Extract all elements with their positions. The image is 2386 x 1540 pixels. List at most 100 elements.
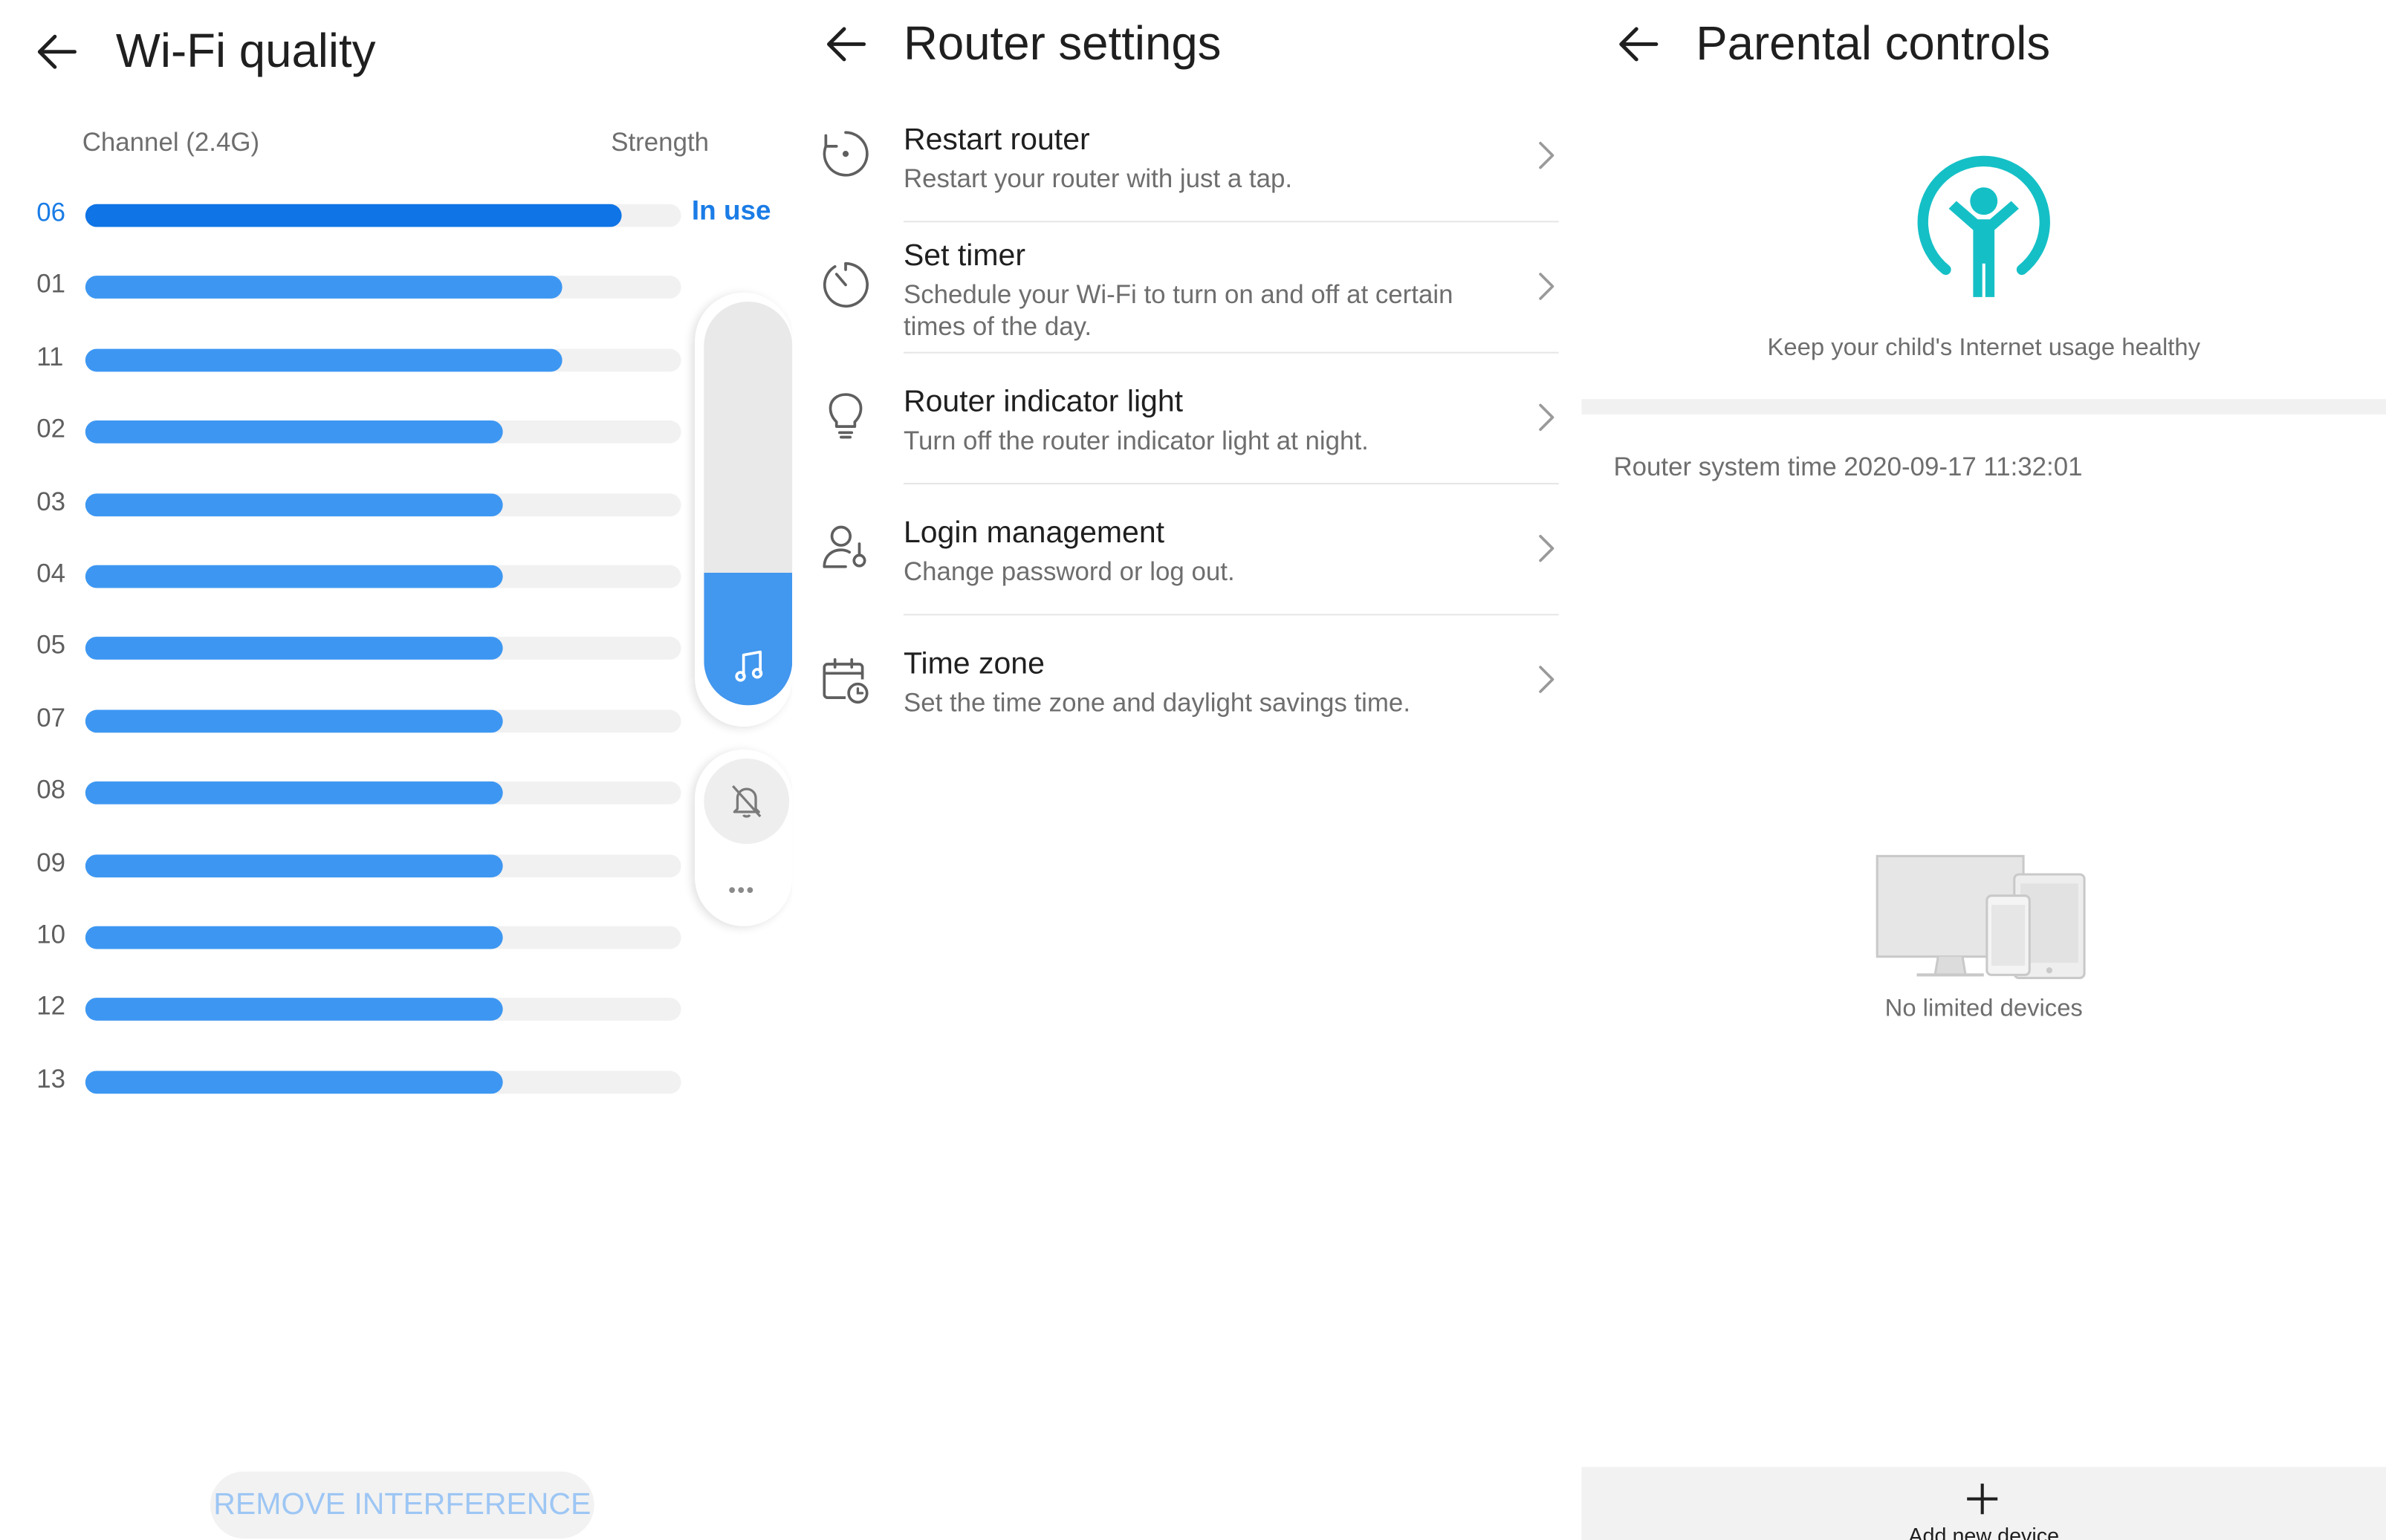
divider	[903, 614, 1559, 616]
strength-bar-track	[85, 1070, 681, 1094]
channel-column-header: Channel (2.4G)	[82, 128, 260, 157]
strength-bar	[85, 998, 503, 1021]
channel-number: 13	[36, 1064, 66, 1094]
channel-number: 12	[36, 992, 66, 1021]
chevron-right-icon	[1539, 141, 1555, 169]
channel-number: 10	[36, 920, 66, 949]
page-title: Parental controls	[1696, 16, 2051, 71]
back-arrow-icon[interactable]	[1615, 22, 1662, 68]
strength-bar	[85, 565, 503, 588]
add-new-device-label: Add new device	[1908, 1523, 2060, 1540]
settings-item-indicator-light[interactable]: Router indicator light Turn off the rout…	[792, 368, 1581, 499]
settings-item-set-timer[interactable]: Set timer Schedule your Wi-Fi to turn on…	[792, 222, 1581, 353]
restart-icon	[823, 131, 869, 177]
add-new-device-button[interactable]: Add new device	[1581, 1466, 2386, 1540]
strength-bar	[85, 204, 622, 227]
channel-row: 08	[0, 770, 792, 816]
chevron-right-icon	[1539, 403, 1555, 432]
channel-row: 04	[0, 553, 792, 599]
chevron-right-icon	[1539, 666, 1555, 693]
tagline: Keep your child's Internet usage healthy	[1767, 335, 2201, 361]
music-note-icon	[735, 650, 763, 682]
plus-icon	[1967, 1484, 1998, 1515]
strength-bar	[85, 1070, 503, 1094]
strength-bar-track	[85, 854, 681, 877]
timer-icon	[823, 261, 869, 308]
strength-bar-track	[85, 926, 681, 949]
strength-bar-track	[85, 637, 681, 660]
settings-item-title: Restart router	[903, 123, 1090, 157]
settings-item-subtitle: Schedule your Wi-Fi to turn on and off a…	[903, 280, 1453, 342]
strength-bar-track	[85, 565, 681, 588]
chevron-right-icon	[1539, 534, 1555, 562]
strength-bar-track	[85, 420, 681, 444]
more-options-icon[interactable]: •••	[728, 877, 755, 902]
volume-slider[interactable]	[704, 301, 793, 706]
settings-item-title: Time zone	[903, 647, 1045, 681]
strength-bar-track	[85, 709, 681, 732]
strength-bar	[85, 276, 563, 299]
channel-row: 05	[0, 626, 792, 672]
mute-toggle[interactable]	[704, 758, 790, 844]
channel-number: 04	[36, 559, 66, 588]
settings-item-subtitle: Change password or log out.	[903, 557, 1235, 587]
router-settings-panel: Router settings Restart router Restart y…	[792, 0, 1582, 1540]
settings-item-subtitle: Turn off the router indicator light at n…	[903, 426, 1369, 456]
channel-row: 12	[0, 986, 792, 1032]
chevron-right-icon	[1539, 273, 1555, 300]
section-divider	[1581, 399, 2386, 415]
channel-row: 10	[0, 914, 792, 960]
volume-level	[704, 572, 793, 706]
divider	[903, 483, 1559, 485]
back-arrow-icon[interactable]	[33, 29, 80, 75]
channel-row: 07	[0, 698, 792, 744]
channel-number: 07	[36, 703, 66, 732]
settings-item-subtitle: Set the time zone and daylight savings t…	[903, 688, 1411, 718]
strength-bar-track	[85, 204, 681, 227]
strength-bar	[85, 493, 503, 516]
settings-item-login-management[interactable]: Login management Change password or log …	[792, 500, 1581, 631]
empty-state-label: No limited devices	[1884, 996, 2083, 1022]
settings-item-title: Router indicator light	[903, 385, 1184, 419]
settings-item-title: Set timer	[903, 238, 1026, 273]
channel-number: 01	[36, 270, 66, 299]
user-settings-icon	[823, 525, 866, 568]
channel-number: 03	[36, 487, 66, 516]
strength-bar	[85, 637, 503, 660]
channel-number: 06	[36, 198, 66, 227]
strength-bar-track	[85, 276, 681, 299]
strength-bar	[85, 782, 503, 805]
wifi-quality-panel: Wi-Fi quality Channel (2.4G) Strength 06…	[0, 0, 793, 1540]
router-system-time: Router system time 2020-09-17 11:32:01	[1613, 452, 2083, 481]
strength-bar-track	[85, 493, 681, 516]
settings-item-restart-router[interactable]: Restart router Restart your router with …	[792, 107, 1581, 238]
strength-bar	[85, 854, 503, 877]
back-arrow-icon[interactable]	[823, 22, 869, 68]
channel-number: 11	[36, 342, 64, 371]
child-icon	[1917, 155, 2050, 297]
strength-column-header: Strength	[611, 128, 710, 157]
channel-number: 05	[36, 631, 66, 660]
bell-off-icon	[732, 784, 762, 818]
settings-item-subtitle: Restart your router with just a tap.	[903, 164, 1293, 194]
calendar-clock-icon	[823, 658, 869, 704]
channel-row: 09	[0, 842, 792, 888]
strength-bar	[85, 420, 503, 444]
channel-row: 02	[0, 409, 792, 455]
sound-mode-panel: •••	[695, 749, 793, 926]
parental-controls-panel: Parental controls Keep your child's Inte…	[1581, 0, 2386, 1540]
strength-bar	[85, 348, 563, 371]
strength-bar-track	[85, 348, 681, 371]
channel-row: 06 In use	[0, 192, 792, 238]
strength-bar-track	[85, 782, 681, 805]
settings-item-time-zone[interactable]: Time zone Set the time zone and daylight…	[792, 631, 1581, 761]
channel-row: 11	[0, 337, 792, 383]
channel-row: 03	[0, 481, 792, 527]
channel-number: 08	[36, 776, 66, 805]
remove-interference-button[interactable]: REMOVE INTERFERENCE	[210, 1471, 594, 1539]
channel-number: 02	[36, 415, 66, 444]
strength-bar-track	[85, 998, 681, 1021]
page-title: Wi-Fi quality	[115, 24, 376, 78]
channel-number: 09	[36, 848, 66, 877]
settings-item-title: Login management	[903, 516, 1165, 550]
